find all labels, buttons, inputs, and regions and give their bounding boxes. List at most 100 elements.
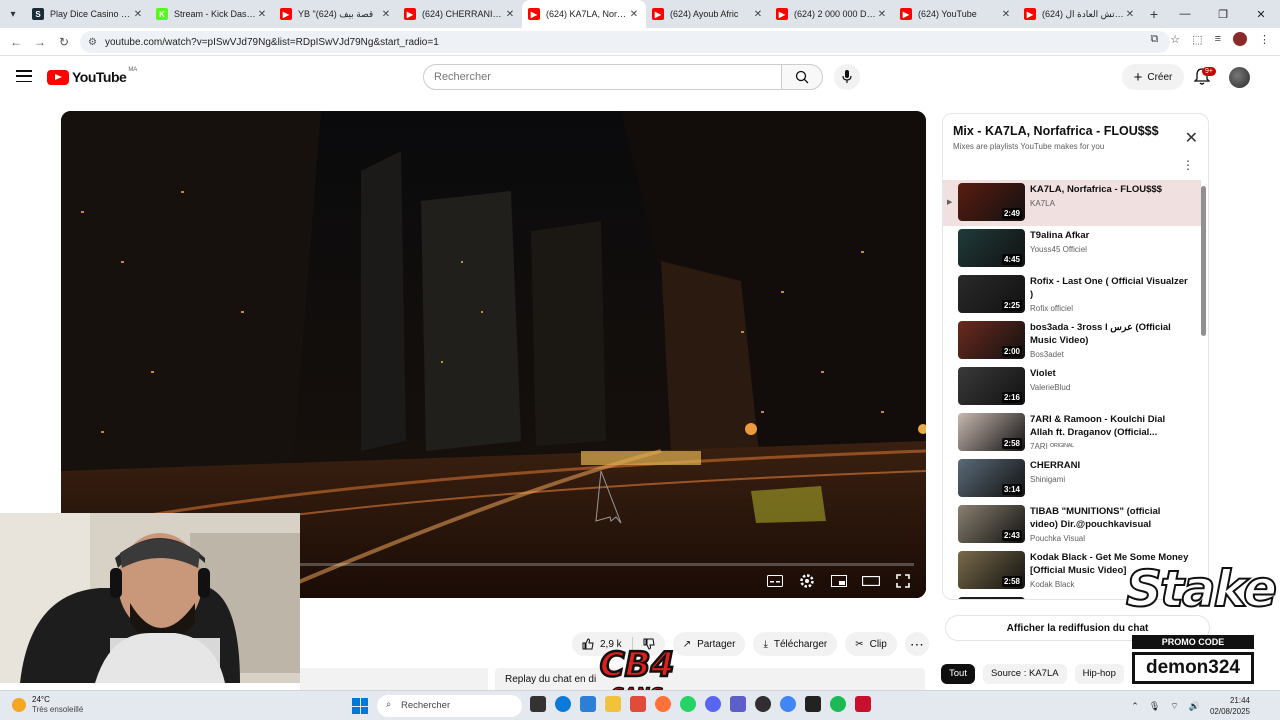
clock[interactable]: 21:44 02/08/2025: [1210, 695, 1250, 717]
close-playlist-icon[interactable]: ✕: [1185, 128, 1198, 148]
video-title[interactable]: T9alina Afkar: [1030, 229, 1190, 242]
create-button[interactable]: + Créer: [1122, 64, 1184, 90]
tab-close-icon[interactable]: ✕: [380, 9, 392, 20]
volume-icon[interactable]: 🔊: [1189, 701, 1200, 712]
tab-close-icon[interactable]: ✕: [628, 9, 640, 20]
shield-app-icon[interactable]: [855, 696, 871, 712]
folder-icon[interactable]: [605, 696, 621, 712]
playlist-item[interactable]: 2:16 Violet ValerieBlud: [943, 364, 1201, 410]
chrome-icon[interactable]: [780, 696, 796, 712]
file-explorer-icon[interactable]: [530, 696, 546, 712]
playlist-item[interactable]: 2:43 TIBAB "MUNITIONS" (official video) D…: [943, 502, 1201, 548]
windows-start-icon[interactable]: [352, 698, 368, 714]
clip-button[interactable]: ✂ Clip: [845, 632, 897, 656]
tab-close-icon[interactable]: ✕: [132, 9, 144, 20]
filter-chip[interactable]: Source : KA7LA: [982, 664, 1067, 684]
close-window-button[interactable]: ✕: [1242, 0, 1280, 28]
playlist-scrollbar[interactable]: [1201, 186, 1206, 336]
search-button[interactable]: [781, 64, 823, 90]
chat-replay-bar[interactable]: Replay du chat en di: [495, 668, 925, 690]
miniplayer-icon[interactable]: [830, 572, 848, 590]
video-title[interactable]: KA7LA, Norfafrica - FLOU$$$: [1030, 183, 1190, 196]
profile-avatar[interactable]: [1233, 32, 1247, 46]
video-thumbnail[interactable]: 2:16: [958, 367, 1025, 405]
playlist-item[interactable]: 2:25 Rofix - Last One ( Official Visualze…: [943, 272, 1201, 318]
video-title[interactable]: CHERRANI: [1030, 459, 1190, 472]
video-thumbnail[interactable]: 2:49: [958, 183, 1025, 221]
tab-close-icon[interactable]: ✕: [1124, 9, 1136, 20]
youtube-logo[interactable]: YouTube MA: [47, 67, 137, 85]
channel-name[interactable]: KA7LA: [1030, 199, 1190, 208]
filter-chip[interactable]: Tout: [941, 664, 975, 684]
reload-button[interactable]: ↻: [52, 30, 76, 54]
media-control-icon[interactable]: ≡: [1215, 33, 1221, 45]
channel-name[interactable]: ValerieBlud: [1030, 383, 1190, 392]
browser-tab[interactable]: ▶ (624) CHERRANI - Yo ✕: [398, 0, 522, 28]
obs-icon[interactable]: [755, 696, 771, 712]
fullscreen-icon[interactable]: [894, 572, 912, 590]
tab-close-icon[interactable]: ✕: [504, 9, 516, 20]
tab-close-icon[interactable]: ✕: [256, 9, 268, 20]
channel-name[interactable]: Bos3adet: [1030, 350, 1190, 359]
browser-menu-icon[interactable]: ⋮: [1259, 33, 1270, 46]
video-title[interactable]: Rofix - Last One ( Official Visualzer ): [1030, 275, 1190, 301]
playlist-title[interactable]: Mix - KA7LA, Norfafrica - FLOU$$$: [953, 124, 1159, 138]
site-info-icon[interactable]: ⚙: [88, 37, 97, 48]
browser-tab[interactable]: ▶ YB "قصة بيف (624) ✕: [274, 0, 398, 28]
more-actions-button[interactable]: ⋯: [904, 632, 929, 656]
tab-search-button[interactable]: ▾: [0, 0, 26, 28]
install-icon[interactable]: ⧉: [1150, 33, 1158, 46]
forward-button[interactable]: →: [28, 30, 52, 54]
video-thumbnail[interactable]: 2:58: [958, 413, 1025, 451]
video-thumbnail[interactable]: 3:14: [958, 459, 1025, 497]
channel-name[interactable]: Pouchka Visual: [1030, 534, 1190, 543]
maximize-button[interactable]: ❐: [1204, 0, 1242, 28]
video-title[interactable]: 7ARI & Ramoon - Koulchi Dial Allah ft. D…: [1030, 413, 1190, 439]
settings-gear-icon[interactable]: [798, 572, 816, 590]
search-input[interactable]: Rechercher: [423, 64, 782, 90]
browser-tab[interactable]: S Play Dice Casino Gam ✕: [26, 0, 150, 28]
download-button[interactable]: ⤓ Télécharger: [753, 632, 838, 656]
edge-icon[interactable]: [555, 696, 571, 712]
firefox-icon[interactable]: [655, 696, 671, 712]
video-thumbnail[interactable]: [958, 597, 1025, 599]
tray-chevron-icon[interactable]: ⌃: [1131, 701, 1139, 712]
teams-icon[interactable]: [730, 696, 746, 712]
discord-icon[interactable]: [705, 696, 721, 712]
playlist-item[interactable]: ▶ 2:49 KA7LA, Norfafrica - FLOU$$$ KA7LA: [943, 180, 1201, 226]
minimize-button[interactable]: —: [1166, 0, 1204, 28]
description-box[interactable]: [300, 668, 488, 690]
theater-mode-icon[interactable]: [862, 572, 880, 590]
tab-close-icon[interactable]: ✕: [876, 9, 888, 20]
weather-widget[interactable]: 24°C Très ensoleillé: [12, 695, 83, 715]
bookmark-star-icon[interactable]: ☆: [1170, 33, 1180, 46]
video-title[interactable]: TIBAB "MUNITIONS" (official video) Dir.@…: [1030, 505, 1190, 531]
playlist-menu-icon[interactable]: ⋮: [1182, 158, 1194, 172]
video-title[interactable]: Violet: [1030, 367, 1190, 380]
channel-name[interactable]: Shinigami: [1030, 475, 1190, 484]
video-title[interactable]: bos3ada - 3ross l عرس (Official Music Vi…: [1030, 321, 1190, 347]
microphone-tray-icon[interactable]: 🎙: [1149, 701, 1160, 712]
spotify-icon[interactable]: [830, 696, 846, 712]
browser-tab[interactable]: ▶ (624) 2 000 000 De P ✕: [770, 0, 894, 28]
back-button[interactable]: ←: [4, 30, 28, 54]
subtitles-icon[interactable]: [766, 572, 784, 590]
browser-tab[interactable]: ▶ (624) YouTube ✕: [894, 0, 1018, 28]
filter-chip[interactable]: Hip-hop: [1074, 664, 1124, 684]
video-thumbnail[interactable]: 2:43: [958, 505, 1025, 543]
video-thumbnail[interactable]: 2:25: [958, 275, 1025, 313]
playlist-item[interactable]: 3:14 CHERRANI Shinigami: [943, 456, 1201, 502]
voice-search-button[interactable]: [834, 64, 860, 90]
playlist-item[interactable]: 4:45 T9alina Afkar Youss45 Officiel: [943, 226, 1201, 272]
extensions-icon[interactable]: ⬚: [1192, 33, 1202, 46]
app-icon-tiles[interactable]: [630, 696, 646, 712]
video-thumbnail[interactable]: 4:45: [958, 229, 1025, 267]
taskbar-search[interactable]: ⌕ Rechercher: [377, 695, 522, 717]
channel-name[interactable]: Rofix officiel: [1030, 304, 1190, 313]
url-field[interactable]: ⚙ youtube.com/watch?v=pISwVJd79Ng&list=R…: [80, 31, 1170, 53]
whatsapp-icon[interactable]: [680, 696, 696, 712]
new-tab-button[interactable]: +: [1142, 6, 1166, 22]
channel-name[interactable]: Youss45 Officiel: [1030, 245, 1190, 254]
user-avatar[interactable]: [1229, 67, 1250, 88]
playlist-item[interactable]: 2:00 bos3ada - 3ross l عرس (Official Musi…: [943, 318, 1201, 364]
